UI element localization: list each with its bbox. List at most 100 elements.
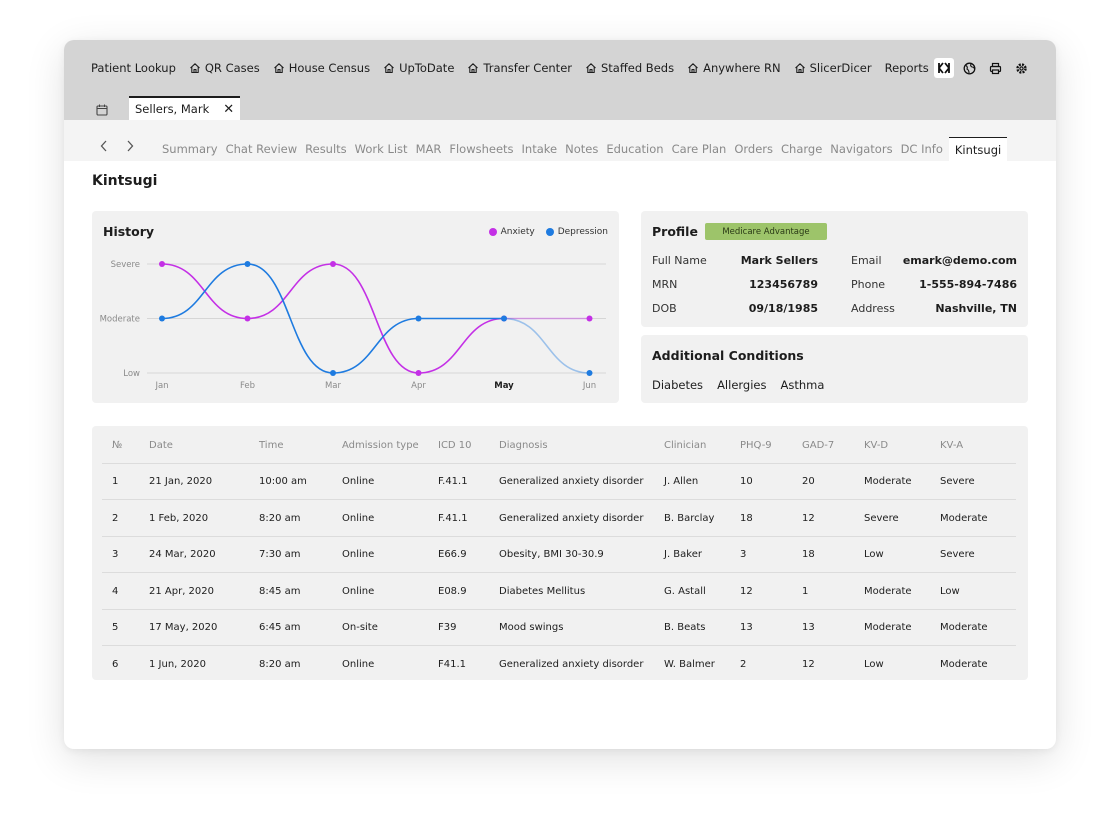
toolbar-item-transfer-center[interactable]: Transfer Center [467, 61, 572, 75]
toolbar-item-label: Transfer Center [483, 61, 572, 75]
close-icon[interactable]: ✕ [223, 102, 234, 117]
full-name-label: Full Name [652, 254, 707, 267]
globe-icon[interactable] [958, 57, 980, 79]
table-cell: 5 [112, 622, 119, 633]
toolbar-item-label: QR Cases [204, 61, 260, 75]
toolbar-item-label: Anywhere RN [703, 61, 781, 75]
table-cell: J. Allen [664, 476, 699, 487]
table-cell: G. Astall [664, 585, 706, 597]
conditions-card: Additional Conditions Diabetes Allergies… [641, 335, 1028, 403]
table-header-cell: ICD 10 [438, 440, 472, 451]
table-cell: Obesity, BMI 30-30.9 [499, 549, 604, 560]
table-header-row: № Date Time Admission type ICD 10 Diagnosis Cl… [92, 432, 1028, 464]
table-cell: 8:20 am [259, 512, 301, 524]
tab-work-list[interactable]: Work List [351, 137, 412, 161]
table-cell: 18 [740, 512, 753, 524]
toolbar-item-uptodate[interactable]: UpToDate [383, 61, 454, 75]
toolbar-item-patient-lookup[interactable]: Patient Lookup [91, 61, 176, 75]
table-row[interactable]: 1 21 Jan, 2020 10:00 am Online F.41.1 General… [92, 464, 1028, 500]
tab-charge[interactable]: Charge [777, 137, 826, 161]
legend-item-anxiety[interactable]: Anxiety [488, 227, 535, 237]
tab-orders[interactable]: Orders [730, 137, 777, 161]
table-row[interactable]: 5 17 May, 2020 6:45 am On-site F39 Mood swing… [92, 610, 1028, 646]
toolbar-right [930, 57, 1032, 79]
tab-kintsugi[interactable]: Kintsugi [948, 137, 1008, 161]
toolbar-item-house-census[interactable]: House Census [273, 61, 370, 75]
legend-dot-depression [545, 228, 554, 236]
app-window: Patient Lookup QR Cases House Census UpToDa… [64, 40, 1056, 749]
tab-results[interactable]: Results [301, 137, 351, 161]
toolbar-item-staffed-beds[interactable]: Staffed Beds [585, 61, 674, 75]
y-tick-label: Severe [111, 260, 140, 270]
toolbar-item-label: House Census [288, 61, 371, 75]
series-line-projected-depression [503, 317, 590, 374]
chevron-left-icon[interactable] [100, 140, 126, 156]
toolbar-item-qr-cases[interactable]: QR Cases [189, 61, 260, 75]
table-cell: Online [342, 585, 375, 597]
condition-item: Diabetes [652, 378, 704, 392]
toolbar-item-label: UpToDate [399, 61, 455, 75]
table-header-cell: Date [149, 440, 173, 451]
home-icon [383, 62, 399, 74]
legend-item-depression[interactable]: Depression [545, 227, 608, 237]
data-point-depression [586, 370, 593, 376]
print-icon[interactable] [984, 57, 1006, 79]
tab-mar[interactable]: MAR [412, 137, 446, 161]
toolbar-item-slicerdicer[interactable]: SlicerDicer [794, 61, 872, 75]
home-icon [794, 62, 810, 74]
table-cell: Online [342, 549, 375, 560]
table-cell: Moderate [864, 622, 912, 633]
tab-summary[interactable]: Summary [158, 137, 222, 161]
table-cell: 6 [112, 658, 119, 670]
page-title: Kintsugi [92, 173, 158, 189]
table-row[interactable]: 3 24 Mar, 2020 7:30 am Online E66.9 Obesity, … [92, 537, 1028, 573]
data-point-anxiety [244, 315, 251, 322]
email-value[interactable]: emark@demo.com [903, 254, 1017, 267]
tab-chat-review[interactable]: Chat Review [222, 137, 302, 161]
table-row[interactable]: 2 1 Feb, 2020 8:20 am Online F.41.1 Generaliz… [92, 501, 1028, 537]
toolbar-item-anywhere-rn[interactable]: Anywhere RN [687, 61, 781, 75]
table-cell: 13 [740, 622, 753, 633]
calendar-icon[interactable] [96, 101, 108, 120]
profile-card: Profile Medicare Advantage Full Name Mar… [641, 211, 1028, 327]
tab-dc-info[interactable]: DC Info [897, 137, 947, 161]
insurance-badge: Medicare Advantage [705, 223, 827, 240]
kintsugi-logo-icon[interactable] [934, 58, 954, 78]
gear-icon[interactable] [1010, 57, 1032, 79]
x-tick-label: Mar [325, 381, 342, 391]
table-cell: 18 [802, 549, 815, 560]
table-cell: Low [940, 585, 960, 597]
table-row[interactable]: 6 1 Jun, 2020 8:20 am Online F41.1 Generalize… [92, 647, 1028, 683]
chart-nav-bar: Summary Chat Review Results Work List MAR Flo… [64, 120, 1056, 161]
tab-care-plan[interactable]: Care Plan [668, 137, 731, 161]
table-cell: 8:45 am [259, 585, 301, 597]
tab-education[interactable]: Education [602, 137, 667, 161]
chevron-right-icon[interactable] [126, 140, 152, 156]
mrn-label: MRN [652, 278, 678, 291]
table-cell: Severe [864, 512, 899, 524]
address-label: Address [851, 302, 895, 315]
tab-intake[interactable]: Intake [518, 137, 562, 161]
table-cell: F.41.1 [438, 476, 468, 487]
table-cell: Low [864, 549, 884, 560]
table-cell: 13 [802, 622, 815, 633]
patient-tab[interactable]: Sellers, Mark ✕ [129, 96, 240, 120]
table-cell: Moderate [864, 476, 912, 487]
table-row[interactable]: 4 21 Apr, 2020 8:45 am Online E08.9 Diabetes … [92, 574, 1028, 610]
table-cell: B. Beats [664, 622, 706, 633]
table-cell: Moderate [940, 512, 988, 524]
table-cell: Generalized anxiety disorder [499, 512, 644, 524]
tab-navigators[interactable]: Navigators [826, 137, 896, 161]
tab-notes[interactable]: Notes [561, 137, 602, 161]
conditions-list: Diabetes Allergies Asthma [652, 378, 838, 392]
table-header-cell: GAD-7 [802, 440, 835, 451]
condition-item: Asthma [780, 378, 825, 392]
table-cell: 3 [112, 549, 119, 560]
phone-value[interactable]: 1-555-894-7486 [919, 278, 1017, 291]
table-cell: Online [342, 658, 375, 670]
tab-flowsheets[interactable]: Flowsheets [445, 137, 517, 161]
patient-tab-label: Sellers, Mark [135, 102, 210, 116]
table-cell: 4 [112, 585, 119, 597]
table-cell: E08.9 [438, 585, 467, 597]
table-cell: On-site [342, 622, 378, 633]
